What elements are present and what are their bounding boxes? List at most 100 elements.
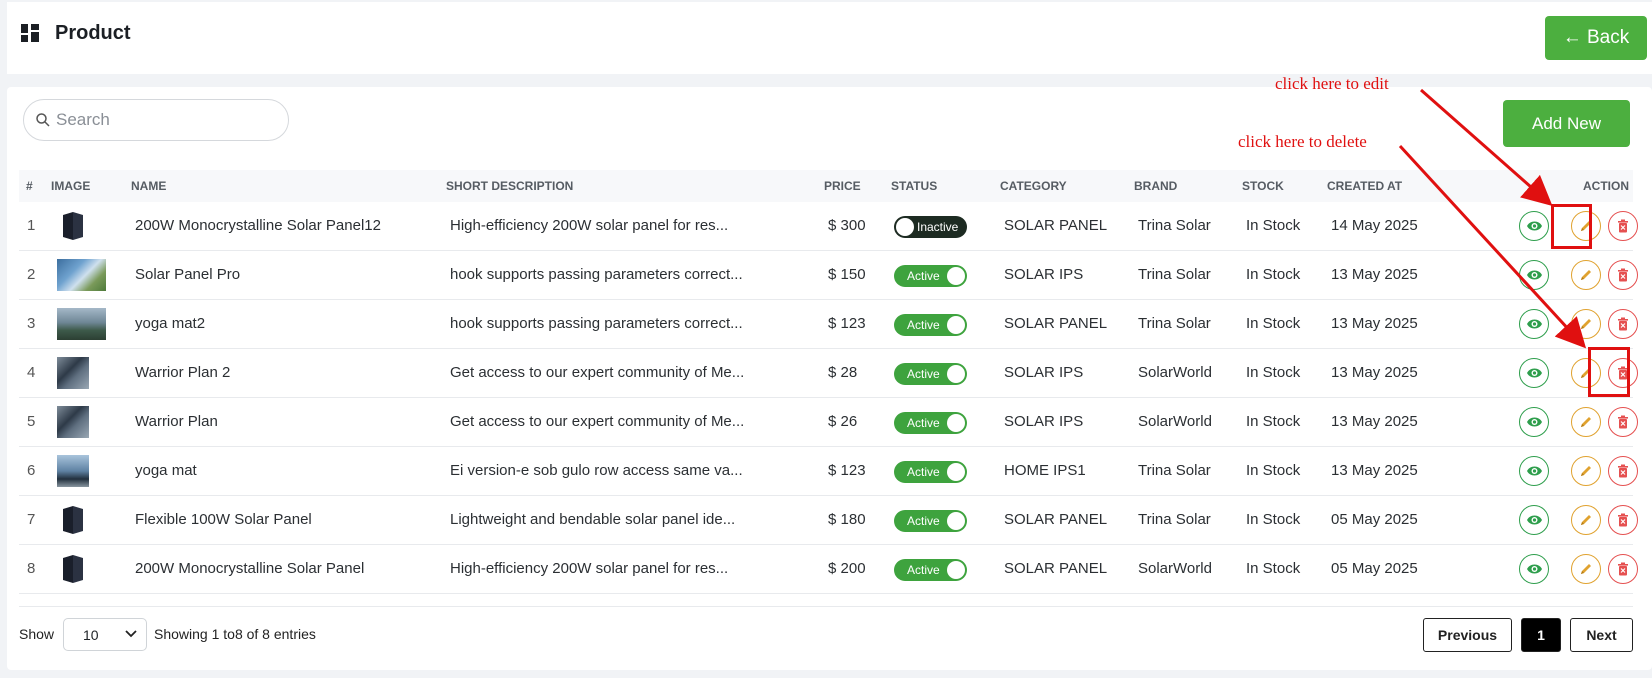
product-image	[57, 455, 89, 487]
status-toggle[interactable]: Active	[894, 412, 967, 434]
status-toggle[interactable]: Inactive	[894, 216, 967, 238]
status-toggle[interactable]: Active	[894, 510, 967, 532]
status-label: Inactive	[917, 220, 959, 234]
eye-icon	[1526, 514, 1543, 526]
product-name: 200W Monocrystalline Solar Panel12	[135, 217, 381, 234]
col-description: SHORT DESCRIPTION	[446, 179, 574, 193]
delete-button[interactable]	[1608, 309, 1638, 339]
delete-button[interactable]	[1608, 456, 1638, 486]
view-button[interactable]	[1519, 309, 1549, 339]
status-toggle[interactable]: Active	[894, 363, 967, 385]
eye-icon	[1526, 318, 1543, 330]
edit-button[interactable]	[1571, 554, 1601, 584]
product-stock: In Stock	[1246, 413, 1301, 430]
view-button[interactable]	[1519, 358, 1549, 388]
trash-icon	[1617, 219, 1629, 233]
back-button[interactable]: ← Back	[1545, 16, 1647, 60]
table-row: 2 Solar Panel Pro hook supports passing pa…	[19, 251, 1638, 300]
page-size-value: 10	[83, 627, 99, 643]
delete-button[interactable]	[1608, 407, 1638, 437]
next-page-button[interactable]: Next	[1570, 618, 1633, 652]
product-name: 200W Monocrystalline Solar Panel	[135, 560, 365, 577]
eye-icon	[1526, 367, 1543, 379]
toggle-knob	[947, 561, 965, 579]
eye-icon	[1526, 269, 1543, 281]
product-description: hook supports passing parameters correct…	[450, 266, 743, 283]
toggle-knob	[947, 512, 965, 530]
next-label: Next	[1586, 627, 1617, 643]
delete-button[interactable]	[1608, 260, 1638, 290]
status-toggle[interactable]: Active	[894, 314, 967, 336]
add-new-label: Add New	[1532, 113, 1601, 133]
view-button[interactable]	[1519, 260, 1549, 290]
view-button[interactable]	[1519, 505, 1549, 535]
page-button-1[interactable]: 1	[1521, 618, 1561, 652]
add-new-button[interactable]: Add New	[1503, 100, 1630, 147]
edit-annotation: click here to edit	[1275, 74, 1389, 93]
product-description: Get access to our expert community of Me…	[450, 364, 745, 381]
product-description: High-efficiency 200W solar panel for res…	[450, 217, 729, 234]
col-created: CREATED AT	[1327, 179, 1403, 193]
search-input[interactable]	[56, 108, 276, 132]
toggle-knob	[947, 267, 965, 285]
row-number: 7	[27, 511, 36, 528]
product-image	[57, 259, 106, 291]
product-category: SOLAR PANEL	[1004, 560, 1108, 577]
product-description: hook supports passing parameters correct…	[450, 315, 743, 332]
product-name: Flexible 100W Solar Panel	[135, 511, 312, 528]
col-stock: STOCK	[1242, 179, 1284, 193]
status-toggle[interactable]: Active	[894, 265, 967, 287]
solar-panel-icon	[63, 555, 83, 583]
status-toggle[interactable]: Active	[894, 559, 967, 581]
status-label: Active	[907, 563, 940, 577]
page-size-select[interactable]: 10	[63, 618, 147, 651]
product-brand: Trina Solar	[1138, 217, 1211, 234]
table-row: 3 yoga mat2 hook supports passing paramete…	[19, 300, 1638, 349]
previous-page-button[interactable]: Previous	[1423, 618, 1512, 652]
product-created-at: 13 May 2025	[1331, 266, 1418, 283]
trash-icon	[1617, 464, 1629, 478]
product-brand: Trina Solar	[1138, 462, 1211, 479]
view-button[interactable]	[1519, 554, 1549, 584]
status-label: Active	[907, 318, 940, 332]
search-box[interactable]	[23, 99, 289, 141]
col-status: STATUS	[891, 179, 938, 193]
table-row: 7 Flexible 100W Solar Panel Lightweight an…	[19, 496, 1638, 545]
view-button[interactable]	[1519, 407, 1549, 437]
edit-button[interactable]	[1571, 260, 1601, 290]
delete-button[interactable]	[1608, 554, 1638, 584]
product-brand: SolarWorld	[1138, 413, 1212, 430]
product-brand: Trina Solar	[1138, 266, 1211, 283]
edit-button[interactable]	[1571, 407, 1601, 437]
product-name: yoga mat2	[135, 315, 206, 332]
product-image	[57, 357, 89, 389]
edit-button[interactable]	[1571, 505, 1601, 535]
table-row: 5 Warrior Plan Get access to our expert co…	[19, 398, 1638, 447]
view-button[interactable]	[1519, 211, 1549, 241]
table-row: 8 200W Monocrystalline Solar Panel High-ef…	[19, 545, 1638, 594]
edit-button[interactable]	[1571, 456, 1601, 486]
delete-highlight	[1588, 347, 1630, 397]
delete-button[interactable]	[1608, 505, 1638, 535]
product-stock: In Stock	[1246, 266, 1301, 283]
edit-button[interactable]	[1571, 309, 1601, 339]
trash-icon	[1617, 513, 1629, 527]
product-category: SOLAR PANEL	[1004, 511, 1108, 528]
solar-panel-icon	[63, 212, 83, 240]
col-name: NAME	[131, 179, 167, 193]
toggle-knob	[896, 218, 914, 236]
product-stock: In Stock	[1246, 217, 1301, 234]
product-category: SOLAR PANEL	[1004, 217, 1108, 234]
product-stock: In Stock	[1246, 315, 1301, 332]
delete-button[interactable]	[1608, 211, 1638, 241]
product-name: Warrior Plan 2	[135, 364, 231, 381]
status-label: Active	[907, 367, 940, 381]
product-price: $ 150	[828, 266, 866, 283]
view-button[interactable]	[1519, 456, 1549, 486]
status-label: Active	[907, 514, 940, 528]
toggle-knob	[947, 414, 965, 432]
status-toggle[interactable]: Active	[894, 461, 967, 483]
product-image	[57, 308, 106, 340]
product-price: $ 123	[828, 315, 866, 332]
col-category: CATEGORY	[1000, 179, 1067, 193]
